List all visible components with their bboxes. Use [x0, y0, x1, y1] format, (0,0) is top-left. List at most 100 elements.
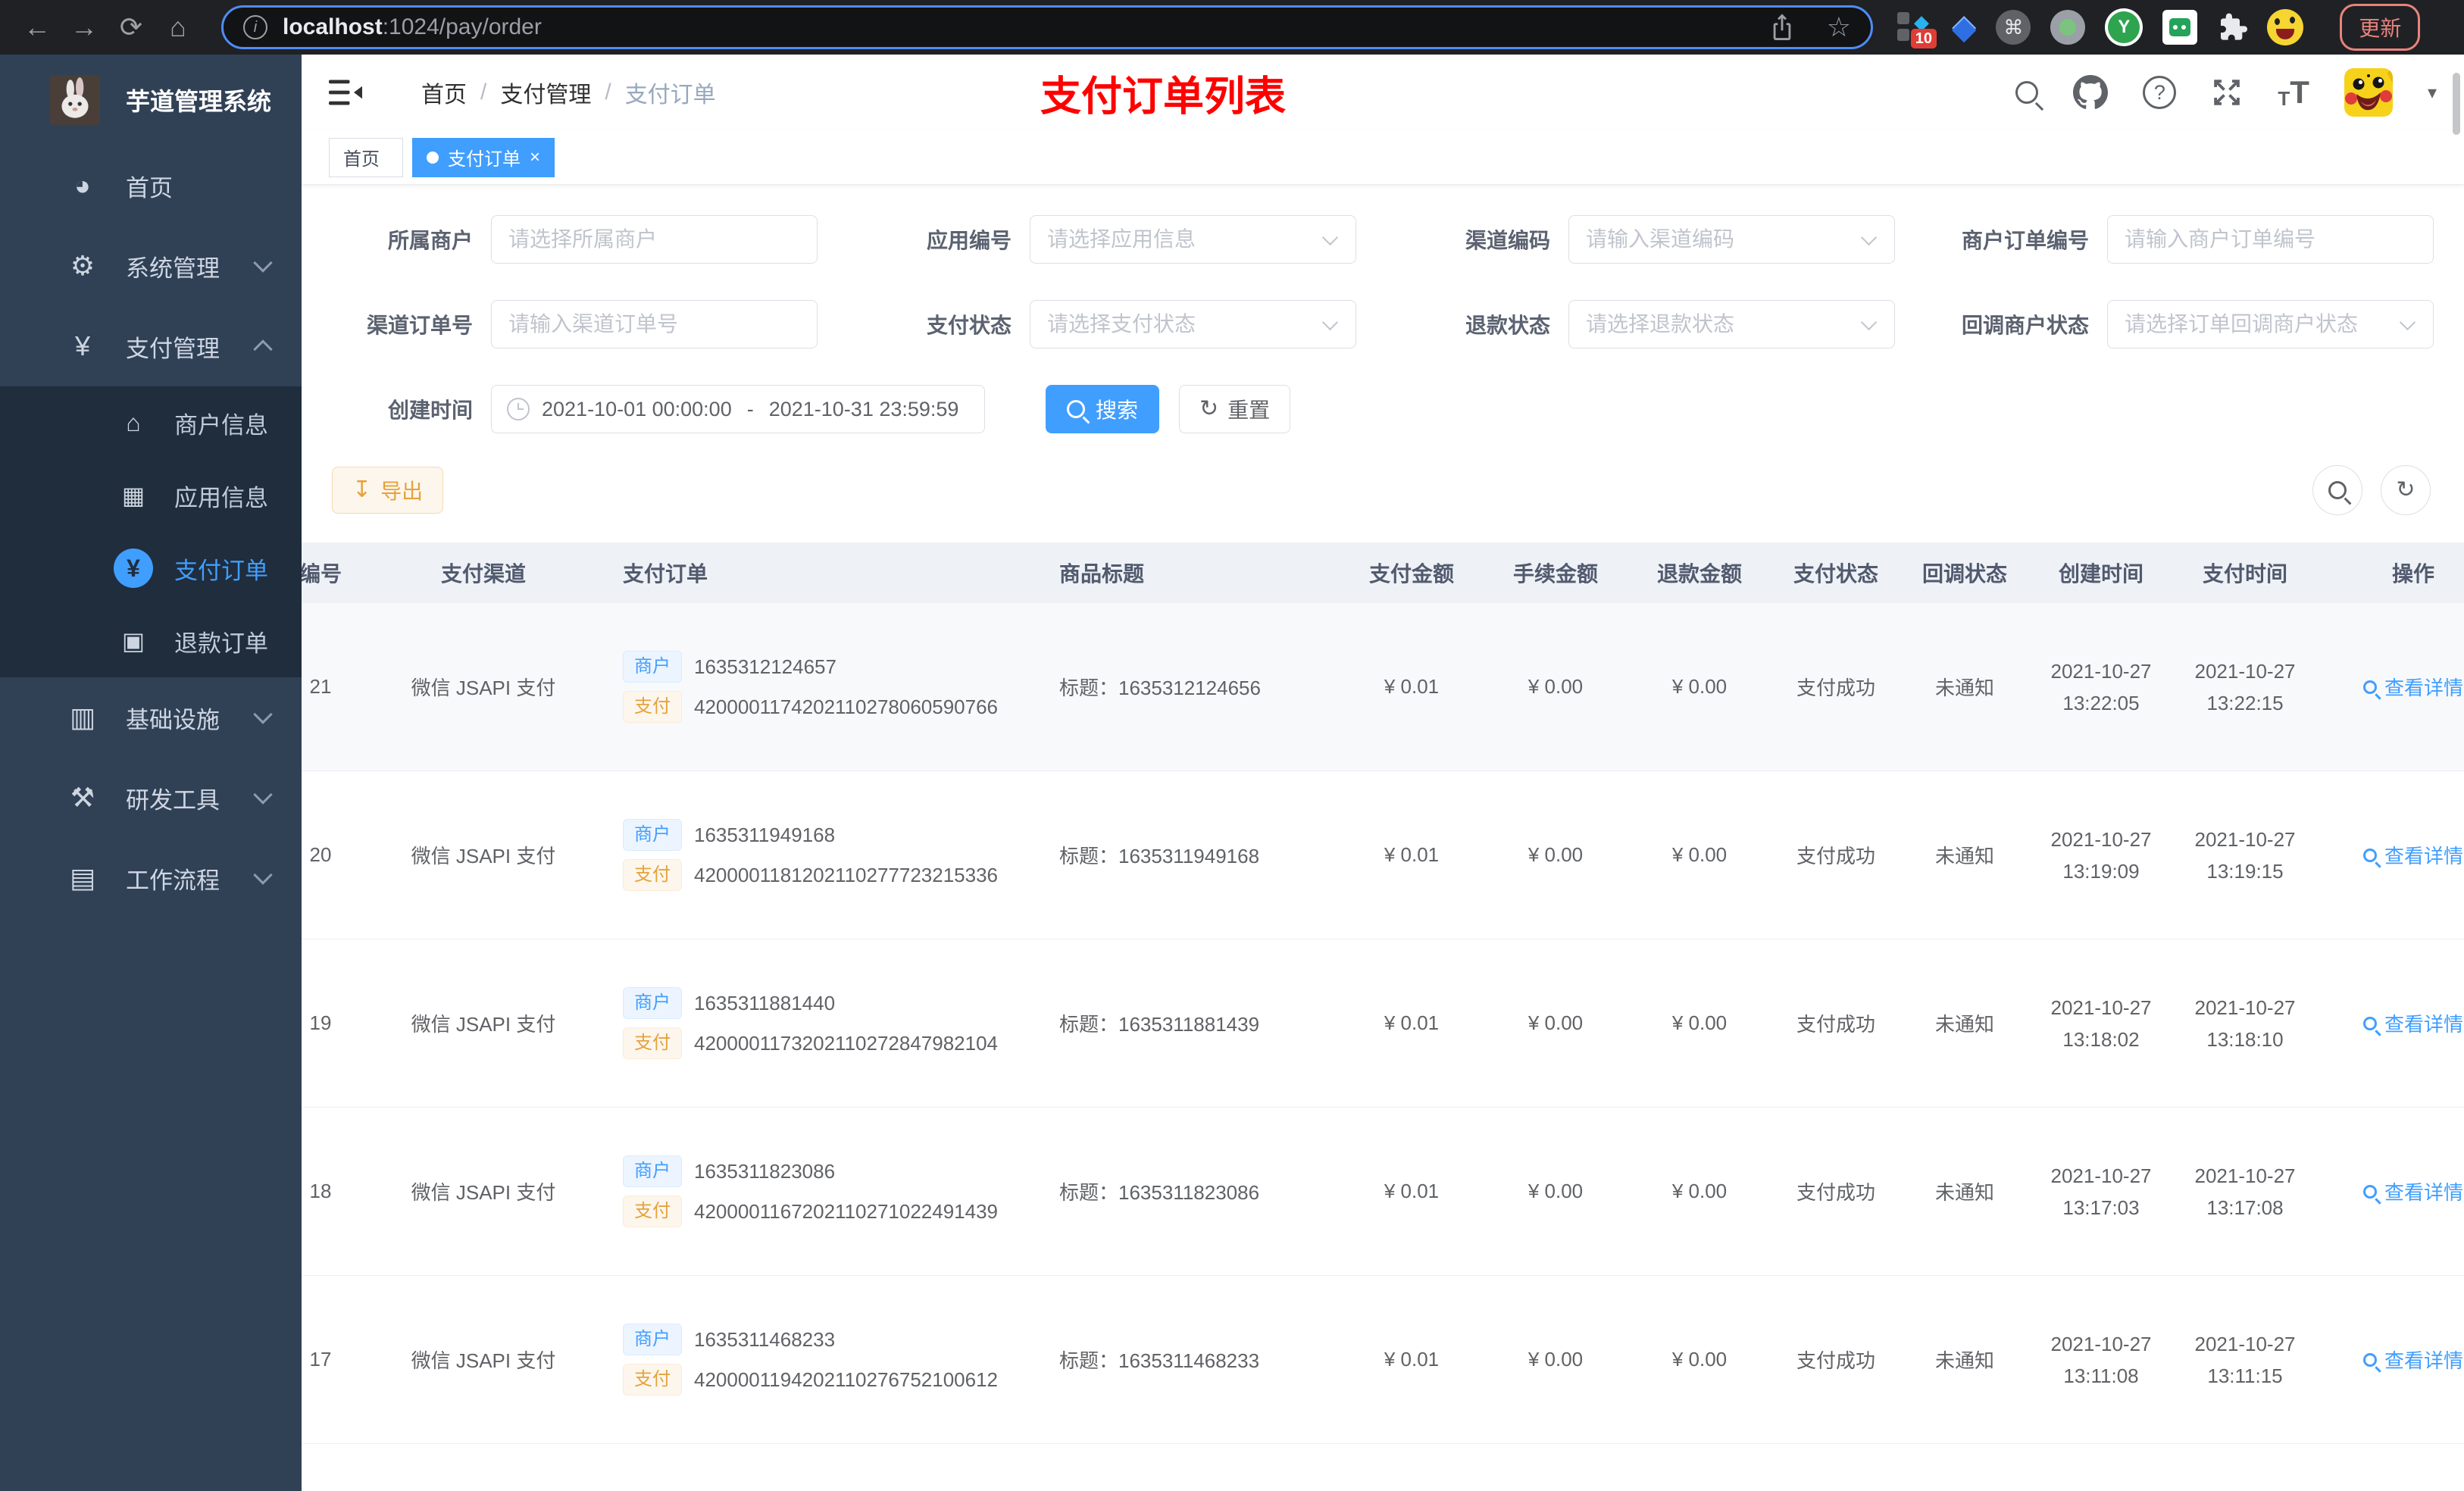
browser-home-button[interactable]: ⌂: [155, 11, 202, 43]
filter-field: 商户订单编号: [1948, 215, 2434, 264]
view-detail-link[interactable]: 查看详情: [2317, 1177, 2464, 1205]
extension-y-icon[interactable]: Y: [2105, 8, 2143, 46]
help-icon[interactable]: ?: [2143, 76, 2177, 109]
filter-input[interactable]: [2107, 300, 2434, 349]
view-tab[interactable]: 首页: [329, 137, 403, 177]
address-bar[interactable]: i localhost:1024/pay/order ☆: [221, 5, 1873, 49]
breadcrumb-item[interactable]: / 支付管理: [467, 76, 591, 109]
chevron-icon: [253, 705, 273, 724]
filter-form: 所属商户 应用编号: [332, 215, 2434, 349]
cell-channel: 微信 JSAPI 支付: [411, 1013, 556, 1036]
date-range-picker[interactable]: 2021-10-01 00:00:00 - 2021-10-31 23:59:5…: [491, 385, 985, 433]
cell-id: 19: [309, 1011, 332, 1034]
view-detail-link[interactable]: 查看详情: [2317, 1346, 2464, 1374]
filter-input[interactable]: [1568, 215, 1895, 264]
refresh-table-button[interactable]: ↻: [2381, 465, 2431, 515]
filter-label: 所属商户: [387, 229, 473, 252]
cell-pay-order: 商户 1635311823086 支付 4200001167202110271022…: [605, 1147, 1029, 1236]
pay-order-icon: ¥: [114, 549, 153, 588]
cell-amount: ¥ 0.01: [1384, 1348, 1440, 1371]
font-size-icon[interactable]: TT: [2278, 74, 2309, 111]
table-header-row: 编号 支付渠道 支付订单 商品标题 支付金额 手续金额 退款金额 支付状态 回调…: [302, 542, 2464, 603]
cell-pay-order: 商户163531145796 支付: [605, 1484, 1029, 1491]
view-detail-link[interactable]: 查看详情: [2317, 1009, 2464, 1037]
reset-button[interactable]: ↻ 重置: [1179, 385, 1291, 433]
orders-table: 编号 支付渠道 支付订单 商品标题 支付金额 手续金额 退款金额 支付状态 回调…: [302, 542, 2464, 1491]
header-search-icon[interactable]: [2015, 81, 2039, 104]
sidebar-item[interactable]: ▥ 基础设施: [0, 677, 302, 758]
app-logo[interactable]: 芋道管理系统: [0, 55, 302, 145]
extensions-puzzle-icon[interactable]: [2217, 12, 2248, 42]
filter-input[interactable]: [1030, 300, 1356, 349]
merchant-order-no: 1635311468233: [694, 1327, 836, 1351]
site-info-icon[interactable]: i: [243, 15, 267, 39]
browser-menu-icon[interactable]: ⋮: [2453, 11, 2464, 43]
view-detail-link[interactable]: 查看详情: [2317, 841, 2464, 869]
breadcrumb-item[interactable]: / 支付订单: [591, 76, 715, 109]
user-avatar[interactable]: [2344, 68, 2393, 117]
filter-input[interactable]: [1030, 215, 1356, 264]
cell-actions: 查看详情: [2317, 1009, 2464, 1037]
sidebar-subitem[interactable]: ⌂ 商户信息: [0, 386, 302, 459]
topbar: 首页 / 支付管理 / 支付订单 支付订单列表 ? T T ▾: [302, 55, 2464, 130]
cell-actions: 查看详情: [2317, 1177, 2464, 1205]
extension-dot-icon[interactable]: [2050, 10, 2086, 45]
sidebar-item[interactable]: ⚒ 研发工具: [0, 758, 302, 838]
cell-paid: 2021-10-27 13:18:10: [2194, 996, 2296, 1051]
sidebar-subitem[interactable]: ▦ 应用信息: [0, 459, 302, 532]
page-scrollbar[interactable]: [2453, 73, 2460, 135]
share-icon[interactable]: [1769, 13, 1795, 42]
browser-forward-button[interactable]: →: [61, 11, 108, 43]
sidebar-item[interactable]: ⚙ 系统管理: [0, 226, 302, 306]
toggle-search-button[interactable]: [2312, 465, 2362, 515]
detail-search-icon: [2362, 680, 2377, 694]
merchant-tag: 商户: [623, 987, 682, 1019]
extension-command-icon[interactable]: ⌘: [1996, 10, 2031, 45]
pay-tag: 支付: [623, 691, 682, 723]
merchant-tag: 商户: [623, 1324, 682, 1355]
view-detail-link[interactable]: 查看详情: [2317, 673, 2464, 701]
user-menu-caret-icon[interactable]: ▾: [2428, 82, 2437, 104]
reset-icon: ↻: [1199, 396, 1219, 421]
filter-input[interactable]: [2107, 215, 2434, 264]
github-icon[interactable]: [2073, 75, 2109, 110]
table-row: 商户163531145796 支付: [302, 1444, 2464, 1491]
export-button[interactable]: ↧ 导出: [332, 467, 444, 514]
search-button[interactable]: 搜索: [1046, 385, 1160, 433]
breadcrumb-item[interactable]: 首页: [394, 76, 467, 109]
filter-input[interactable]: [1568, 300, 1895, 349]
cell-amount: ¥ 0.01: [1384, 1180, 1440, 1202]
sidebar-subitem[interactable]: ▣ 退款订单: [0, 605, 302, 677]
fullscreen-icon[interactable]: [2211, 77, 2243, 108]
view-tab[interactable]: 支付订单 ×: [412, 137, 555, 177]
extension-blocks-icon[interactable]: ◆ 10: [1896, 9, 1937, 48]
filter-label: 应用编号: [926, 229, 1012, 252]
sidebar-subitem[interactable]: ¥ 支付订单: [0, 532, 302, 605]
pay-tag: 支付: [623, 1364, 682, 1396]
tab-close-icon[interactable]: ×: [530, 147, 540, 168]
sidebar-item[interactable]: ◕ 首页: [0, 145, 302, 226]
sidebar-toggle-icon[interactable]: [329, 78, 362, 107]
refresh-icon: ↻: [2396, 477, 2416, 502]
merchant-order-no: 1635311881440: [694, 991, 836, 1014]
cell-refund: ¥ 0.00: [1671, 1180, 1728, 1202]
table-body: 21 微信 JSAPI 支付 商户 1635312124657 支付 4200001…: [302, 603, 2464, 1491]
merchant-tag: 商户: [623, 651, 682, 683]
filter-input[interactable]: [491, 300, 818, 349]
search-icon: [1067, 400, 1085, 418]
filter-input[interactable]: [491, 215, 818, 264]
browser-back-button[interactable]: ←: [14, 11, 61, 43]
browser-update-button[interactable]: 更新: [2340, 4, 2421, 51]
extension-chat-icon[interactable]: [2162, 10, 2198, 45]
cell-notify-status: 未通知: [1934, 1349, 1994, 1372]
extension-gem-icon[interactable]: ◆: [1952, 9, 1976, 46]
sidebar-item[interactable]: ▤ 工作流程: [0, 838, 302, 918]
cell-created: 2021-10-27 13:11:08: [2050, 1332, 2152, 1387]
gear-icon: ⚙: [70, 250, 95, 281]
sidebar-item[interactable]: ¥ 支付管理: [0, 306, 302, 386]
cell-amount: ¥ 0.01: [1384, 675, 1440, 698]
bookmark-star-icon[interactable]: ☆: [1827, 11, 1851, 43]
browser-reload-button[interactable]: ⟳: [108, 11, 155, 43]
table-toolbar: ↧ 导出 ↻: [332, 465, 2431, 515]
extension-emoji-icon[interactable]: [2267, 9, 2304, 45]
